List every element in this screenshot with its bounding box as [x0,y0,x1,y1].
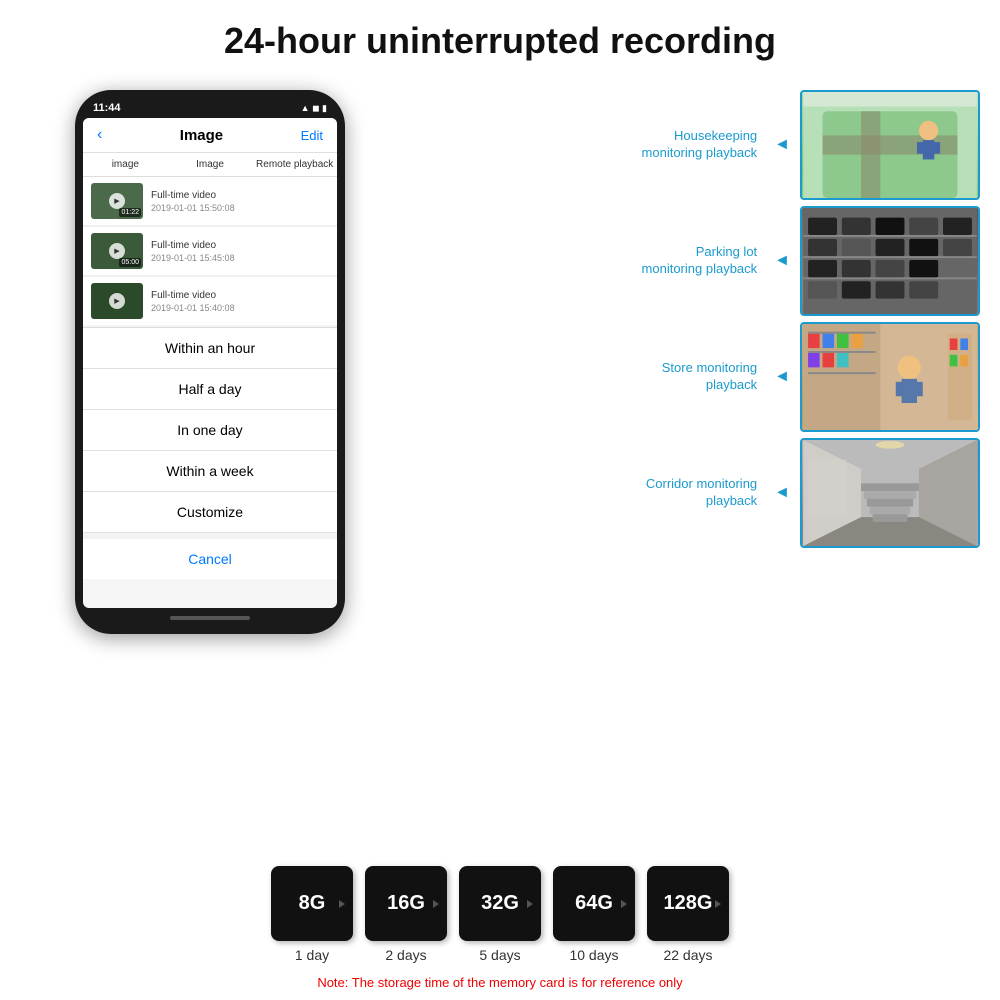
monitoring-row-parking: Parking lotmonitoring playback ◄ [430,206,980,316]
parking-image [800,206,980,316]
housekeeping-label: Housekeepingmonitoring playback [430,128,762,162]
phone-time: 11:44 [93,102,121,114]
sd-card-item-128g: 128G 22 days [647,866,729,963]
app-tabs: image Image Remote playback [83,153,337,177]
sd-card-16g: 16G [365,866,447,941]
sd-card-32g: 32G [459,866,541,941]
edit-button[interactable]: Edit [301,128,323,143]
video-info-3: Full-time video 2019-01-01 15:40:08 [151,290,329,313]
sd-size-32g: 32G [481,892,519,915]
corridor-label: Corridor monitoringplayback [430,476,762,510]
action-within-hour[interactable]: Within an hour [83,328,337,369]
arrow-corridor: ◄ [774,484,790,502]
sd-size-64g: 64G [575,892,613,915]
action-within-week[interactable]: Within a week [83,451,337,492]
sd-days-128g: 22 days [663,947,712,963]
sd-days-8g: 1 day [295,947,329,963]
video-title-2: Full-time video [151,240,329,251]
storage-note: Note: The storage time of the memory car… [317,975,682,990]
video-item-2[interactable]: ▶ 05:00 Full-time video 2019-01-01 15:45… [83,227,337,275]
duration-2: 05:00 [119,258,141,267]
housekeeping-img-content [802,92,978,198]
arrow-housekeeping: ◄ [774,136,790,154]
sd-card-item-16g: 16G 2 days [365,866,447,963]
sd-card-item-32g: 32G 5 days [459,866,541,963]
video-info-2: Full-time video 2019-01-01 15:45:08 [151,240,329,263]
sd-card-64g: 64G [553,866,635,941]
arrow-store: ◄ [774,368,790,386]
video-item-1[interactable]: ▶ 01:22 Full-time video 2019-01-01 15:50… [83,177,337,225]
back-button[interactable]: ‹ [97,126,102,144]
parking-img-content [802,208,978,314]
action-customize[interactable]: Customize [83,492,337,533]
corridor-image [800,438,980,548]
phone-status-bar: 11:44 ▲ ◼ ▮ [83,102,337,114]
page-title: 24-hour uninterrupted recording [224,20,776,62]
phone-home-bar [170,616,250,620]
sd-section: 8G 1 day 16G 2 days 32G 5 days 64G [10,866,990,990]
video-list: ▶ 01:22 Full-time video 2019-01-01 15:50… [83,177,337,325]
play-btn-3[interactable]: ▶ [109,293,125,309]
sd-card-8g: 8G [271,866,353,941]
action-cancel[interactable]: Cancel [83,539,337,579]
arrow-parking: ◄ [774,252,790,270]
phone-screen: ‹ Image Edit image Image Remote playback [83,118,337,608]
right-panel: Housekeepingmonitoring playback ◄ [410,80,990,858]
tab-remote-playback[interactable]: Remote playback [252,153,337,176]
video-date-3: 2019-01-01 15:40:08 [151,303,329,313]
video-title-1: Full-time video [151,190,329,201]
phone-section: 11:44 ▲ ◼ ▮ ‹ Image Edit image Image Rem… [10,80,410,858]
store-img-content [802,324,978,430]
tab-image2[interactable]: Image [168,153,253,176]
sd-card-128g: 128G [647,866,729,941]
sd-size-128g: 128G [664,892,713,915]
video-thumb-3: ▶ [91,283,143,319]
sd-card-item-64g: 64G 10 days [553,866,635,963]
store-label: Store monitoringplayback [430,360,762,394]
parking-label: Parking lotmonitoring playback [430,244,762,278]
action-half-day[interactable]: Half a day [83,369,337,410]
sd-days-32g: 5 days [479,947,520,963]
page-wrapper: 24-hour uninterrupted recording 11:44 ▲ … [0,0,1000,1000]
monitoring-row-corridor: Corridor monitoringplayback ◄ [430,438,980,548]
video-info-1: Full-time video 2019-01-01 15:50:08 [151,190,329,213]
video-thumb-2: ▶ 05:00 [91,233,143,269]
action-sheet: Within an hour Half a day In one day Wit… [83,327,337,579]
monitoring-row-store: Store monitoringplayback ◄ [430,322,980,432]
tab-image1[interactable]: image [83,153,168,176]
play-btn-2[interactable]: ▶ [109,243,125,259]
duration-1: 01:22 [119,208,141,217]
app-header: ‹ Image Edit [83,118,337,153]
sd-card-item-8g: 8G 1 day [271,866,353,963]
store-image [800,322,980,432]
video-title-3: Full-time video [151,290,329,301]
phone-device: 11:44 ▲ ◼ ▮ ‹ Image Edit image Image Rem… [75,90,345,634]
video-date-2: 2019-01-01 15:45:08 [151,253,329,263]
action-in-one-day[interactable]: In one day [83,410,337,451]
video-thumb-1: ▶ 01:22 [91,183,143,219]
app-title: Image [180,127,223,144]
sd-size-16g: 16G [387,892,425,915]
phone-status-icons: ▲ ◼ ▮ [301,103,327,114]
sd-days-16g: 2 days [385,947,426,963]
sd-cards-row: 8G 1 day 16G 2 days 32G 5 days 64G [271,866,729,963]
video-date-1: 2019-01-01 15:50:08 [151,203,329,213]
sd-size-8g: 8G [299,892,326,915]
video-item-3[interactable]: ▶ Full-time video 2019-01-01 15:40:08 [83,277,337,325]
sd-days-64g: 10 days [569,947,618,963]
corridor-img-content [802,440,978,546]
play-btn-1[interactable]: ▶ [109,193,125,209]
main-content: 11:44 ▲ ◼ ▮ ‹ Image Edit image Image Rem… [10,80,990,858]
monitoring-row-housekeeping: Housekeepingmonitoring playback ◄ [430,90,980,200]
housekeeping-image [800,90,980,200]
